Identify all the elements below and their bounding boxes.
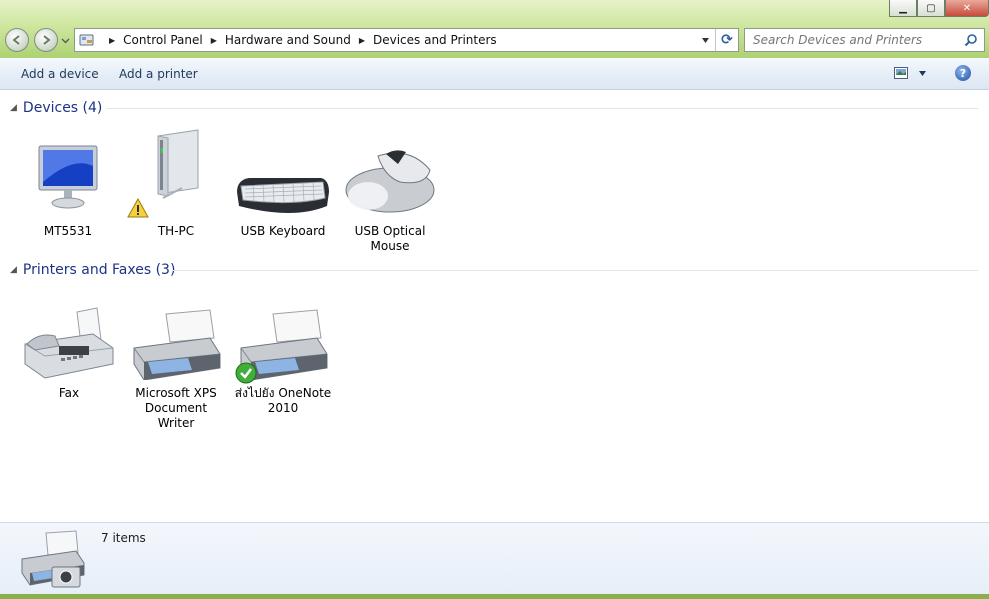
group-header-printers[interactable]: ◢ Printers and Faxes (3) — [0, 260, 989, 280]
add-device-button[interactable]: Add a device — [21, 67, 99, 81]
device-label: MT5531 — [43, 224, 93, 238]
label-line: USB Optical — [354, 224, 426, 238]
device-mouse[interactable]: USB Optical Mouse — [340, 126, 440, 254]
mouse-icon — [345, 150, 435, 213]
change-view-button[interactable] — [894, 67, 927, 79]
printer-fax[interactable]: Fax — [19, 288, 119, 401]
window-controls: ▁ ▢ ✕ — [889, 0, 989, 18]
printer-xps[interactable]: Microsoft XPS Document Writer — [126, 288, 226, 431]
address-dropdown-button[interactable] — [701, 34, 710, 48]
device-label: USB Keyboard — [240, 224, 326, 238]
device-keyboard[interactable]: USB Keyboard — [233, 126, 333, 239]
maximize-button[interactable]: ▢ — [917, 0, 945, 17]
minimize-button[interactable]: ▁ — [889, 0, 917, 17]
search-icon[interactable] — [964, 33, 978, 47]
chevron-down-icon — [61, 38, 70, 44]
view-icon — [894, 67, 908, 79]
breadcrumb-devices-and-printers[interactable]: Devices and Printers — [373, 33, 497, 47]
chevron-down-icon — [919, 70, 926, 76]
refresh-button[interactable]: ⟳ — [715, 29, 738, 51]
search-box — [744, 28, 985, 52]
printer-label: ส่งไปยัง OneNote 2010 — [233, 386, 333, 416]
breadcrumb-hardware-and-sound[interactable]: Hardware and Sound — [225, 33, 351, 47]
window-titlebar: ▁ ▢ ✕ ▶ Control Panel ▶ Hardware and Sou… — [0, 0, 989, 62]
default-printer-check-icon — [235, 362, 257, 384]
chevron-down-icon — [702, 38, 709, 43]
control-panel-icon — [79, 34, 94, 46]
device-monitor[interactable]: MT5531 — [18, 126, 118, 239]
command-bar: Add a device Add a printer ? — [0, 58, 989, 90]
details-pane: 7 items — [0, 522, 989, 595]
device-label: TH-PC — [157, 224, 195, 238]
label-line: Microsoft XPS — [135, 386, 217, 400]
back-button[interactable] — [5, 28, 29, 52]
label-line: ส่งไปยัง OneNote — [234, 386, 332, 400]
group-divider — [172, 270, 978, 271]
device-computer[interactable]: TH-PC — [126, 126, 226, 239]
breadcrumb-separator-icon: ▶ — [358, 35, 365, 45]
close-button[interactable]: ✕ — [945, 0, 989, 17]
breadcrumb-separator-icon: ▶ — [210, 35, 217, 45]
label-line: 2010 — [267, 401, 299, 415]
address-bar[interactable]: ▶ Control Panel ▶ Hardware and Sound ▶ D… — [74, 28, 739, 52]
label-line: Mouse — [370, 239, 410, 253]
devices-view: ◢ Devices (4) MT5531 TH-PC USB Keyboard … — [0, 90, 989, 522]
window-bottom-border — [0, 594, 989, 599]
arrow-left-icon — [12, 35, 20, 45]
forward-button[interactable] — [34, 28, 58, 52]
label-line: Document Writer — [144, 401, 208, 430]
recent-pages-button[interactable] — [61, 34, 70, 48]
item-count: 7 items — [101, 531, 146, 545]
printer-label: Microsoft XPS Document Writer — [126, 386, 226, 431]
search-input[interactable] — [751, 32, 960, 48]
monitor-icon — [38, 145, 98, 209]
add-printer-button[interactable]: Add a printer — [119, 67, 198, 81]
keyboard-icon — [237, 178, 329, 213]
fax-icon — [24, 307, 114, 379]
printer-icon — [133, 309, 221, 380]
devices-and-printers-icon — [21, 530, 85, 588]
group-title: Printers and Faxes (3) — [22, 262, 176, 278]
device-label: USB Optical Mouse — [340, 224, 440, 254]
collapse-icon[interactable]: ◢ — [10, 265, 17, 275]
printer-label: Fax — [58, 386, 80, 400]
breadcrumb-control-panel[interactable]: Control Panel — [123, 33, 203, 47]
breadcrumb-separator-icon: ▶ — [109, 35, 116, 45]
printer-onenote[interactable]: ส่งไปยัง OneNote 2010 — [233, 288, 333, 416]
group-header-devices[interactable]: ◢ Devices (4) — [0, 98, 989, 118]
collapse-icon[interactable]: ◢ — [10, 103, 17, 113]
group-divider — [106, 108, 978, 109]
arrow-right-icon — [43, 35, 51, 45]
breadcrumb: ▶ Control Panel ▶ Hardware and Sound ▶ D… — [101, 33, 497, 47]
group-title: Devices (4) — [22, 100, 103, 116]
help-button[interactable]: ? — [955, 65, 971, 81]
warning-icon — [127, 198, 149, 218]
